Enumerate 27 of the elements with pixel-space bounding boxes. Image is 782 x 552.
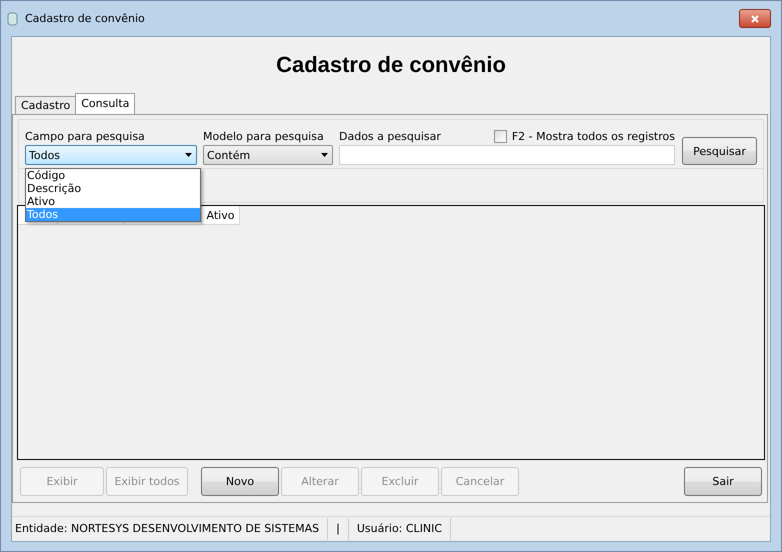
caret-icon — [185, 153, 192, 157]
search-input[interactable] — [339, 145, 675, 165]
action-button[interactable]: Sair — [684, 467, 762, 496]
status-text: Entidade: NORTESYS DESENVOLVIMENTO DE SISTEMAS — [15, 518, 328, 540]
field-label: Campo para pesquisa — [25, 130, 146, 143]
app-icon — [7, 12, 19, 26]
action-button[interactable]: Novo — [201, 467, 279, 496]
dropdown-option[interactable]: Descrição — [26, 182, 200, 195]
close-icon — [751, 14, 759, 22]
search-button[interactable]: Pesquisar — [682, 137, 757, 165]
model-dropdown[interactable]: Contém — [203, 145, 333, 165]
close-button[interactable] — [739, 9, 771, 28]
status-text: Usuário: CLINIC — [356, 518, 452, 540]
checkbox-label: F2 - Mostra todos os registros — [512, 130, 675, 143]
field-dropdown[interactable]: Todos — [25, 145, 197, 165]
column-header[interactable]: Ativo — [202, 206, 240, 225]
model-label: Modelo para pesquisa — [203, 130, 325, 143]
tab[interactable]: Consulta — [75, 93, 136, 114]
window-title: Cadastro de convênio — [25, 12, 146, 25]
tab[interactable]: Cadastro — [15, 96, 76, 114]
status-text: | — [336, 518, 349, 540]
dropdown-option[interactable]: Ativo — [26, 195, 200, 208]
checkbox[interactable] — [494, 130, 507, 143]
caret-icon — [321, 153, 328, 157]
page-heading: Cadastro de convênio — [275, 51, 507, 79]
data-label: Dados a pesquisar — [339, 130, 441, 143]
dropdown-option[interactable]: Código — [26, 169, 200, 182]
